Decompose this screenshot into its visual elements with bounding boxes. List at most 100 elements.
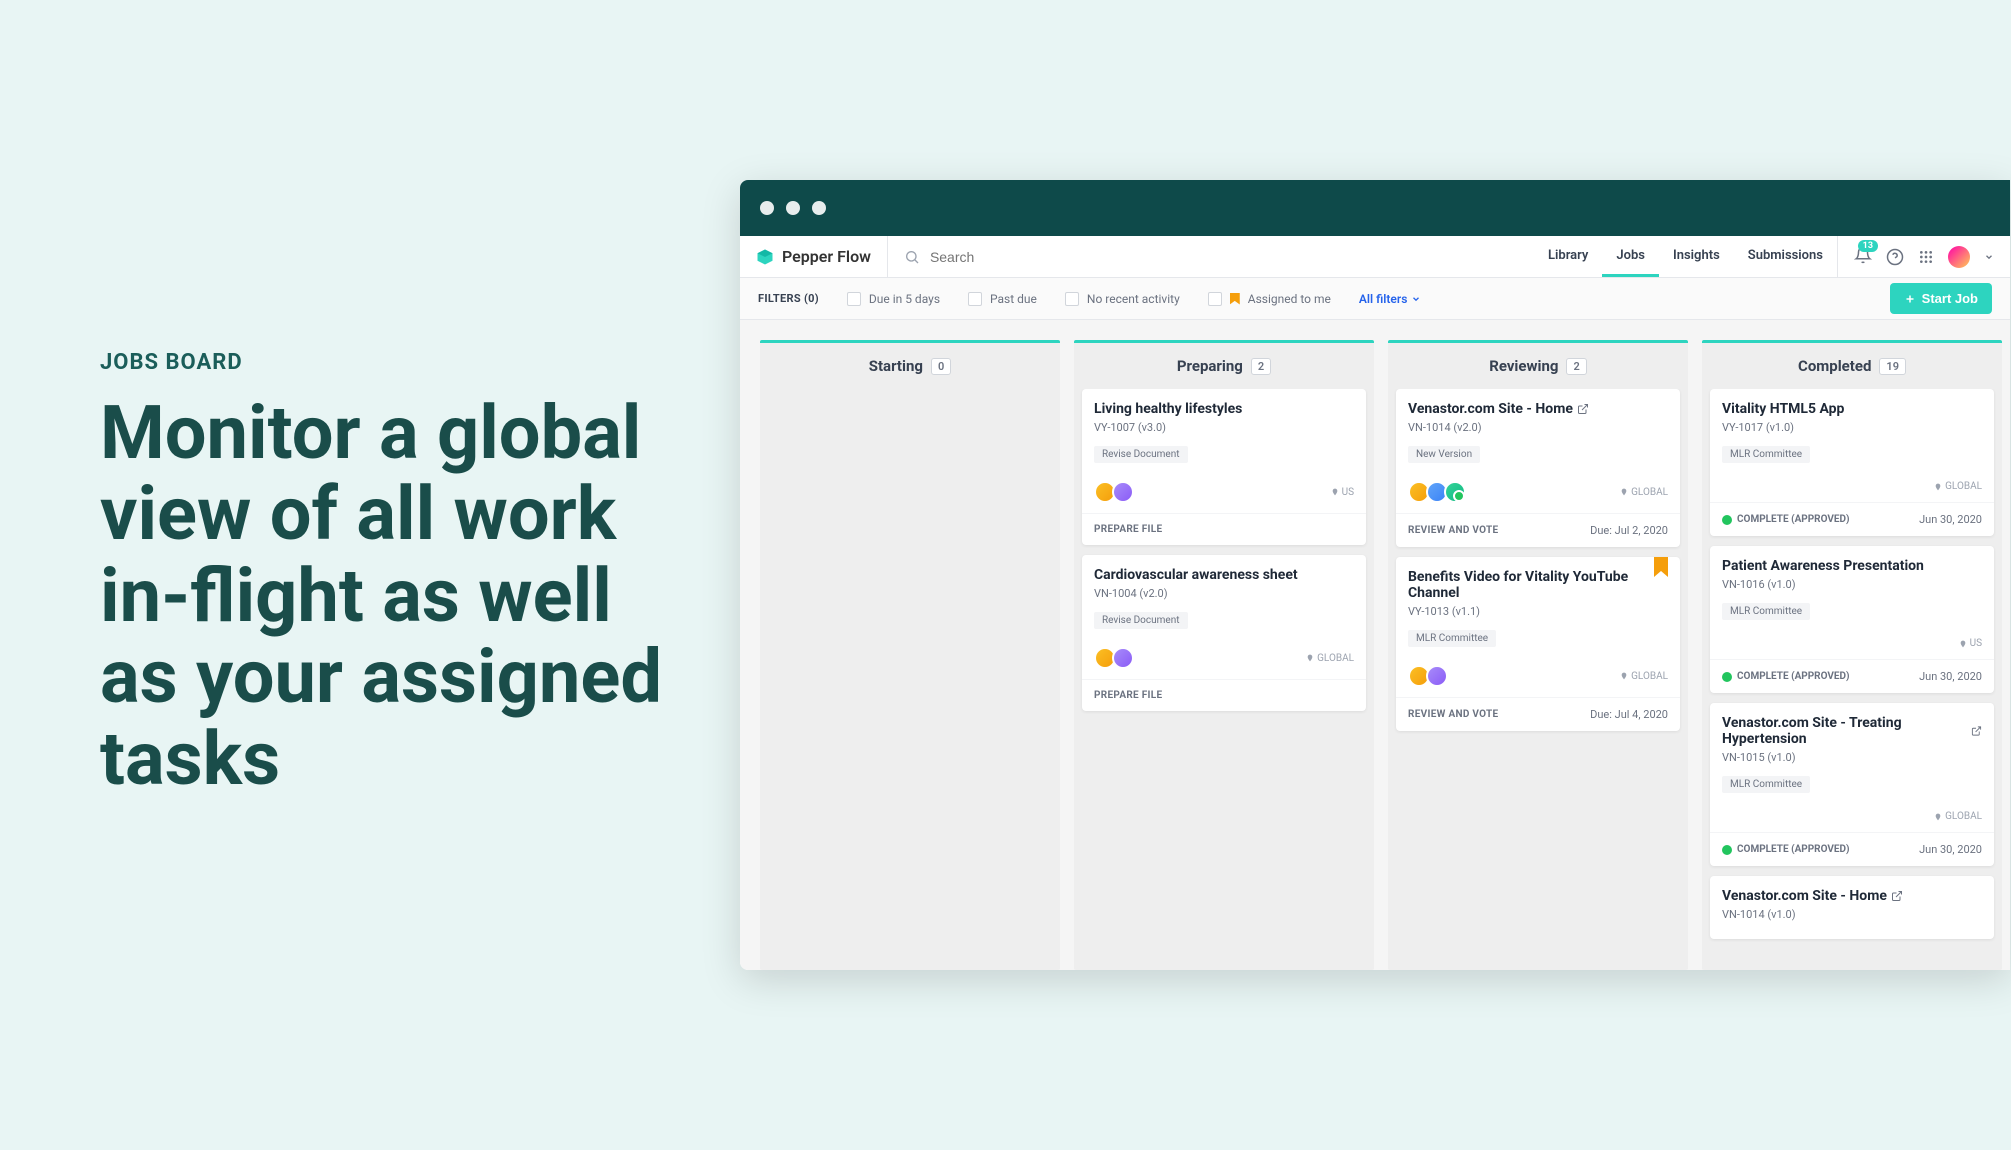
avatar bbox=[1112, 647, 1134, 669]
location-label: GLOBAL bbox=[1934, 811, 1982, 822]
card-action-label[interactable]: REVIEW AND VOTE bbox=[1408, 525, 1498, 536]
status-label: COMPLETE (APPROVED) bbox=[1722, 514, 1850, 525]
card-tag: Revise Document bbox=[1094, 446, 1188, 463]
assignee-avatars bbox=[1408, 665, 1448, 687]
column-body: Living healthy lifestyles VY-1007 (v3.0)… bbox=[1074, 389, 1374, 719]
bookmark-icon bbox=[1230, 293, 1240, 305]
window-maximize-button[interactable] bbox=[812, 201, 826, 215]
column-header: Completed 19 bbox=[1702, 343, 2002, 389]
card-tag: Revise Document bbox=[1094, 612, 1188, 629]
card-tag: MLR Committee bbox=[1408, 630, 1496, 647]
status-dot-icon bbox=[1722, 845, 1732, 855]
job-card[interactable]: Venastor.com Site - Home VN-1014 (v2.0) … bbox=[1396, 389, 1680, 547]
card-subtitle: VN-1014 (v2.0) bbox=[1408, 421, 1668, 434]
status-dot-icon bbox=[1722, 515, 1732, 525]
search-icon bbox=[904, 249, 920, 265]
job-card[interactable]: Cardiovascular awareness sheet VN-1004 (… bbox=[1082, 555, 1366, 711]
column-body: Vitality HTML5 App VY-1017 (v1.0) MLR Co… bbox=[1702, 389, 2002, 947]
avatar bbox=[1444, 481, 1466, 503]
nav-tabs: Library Jobs Insights Submissions bbox=[1534, 236, 1837, 277]
column-count: 19 bbox=[1879, 358, 1906, 375]
job-card[interactable]: Vitality HTML5 App VY-1017 (v1.0) MLR Co… bbox=[1710, 389, 1994, 536]
column-starting: Starting 0 bbox=[760, 340, 1060, 970]
column-body: Venastor.com Site - Home VN-1014 (v2.0) … bbox=[1388, 389, 1688, 739]
window-titlebar bbox=[740, 180, 2010, 236]
column-header: Reviewing 2 bbox=[1388, 343, 1688, 389]
search-input[interactable] bbox=[930, 249, 1518, 265]
assignee-avatars bbox=[1094, 481, 1134, 503]
column-preparing: Preparing 2 Living healthy lifestyles VY… bbox=[1074, 340, 1374, 970]
location-label: GLOBAL bbox=[1620, 671, 1668, 682]
nav-tab-jobs[interactable]: Jobs bbox=[1602, 236, 1659, 277]
notifications-button[interactable]: 13 bbox=[1854, 246, 1872, 268]
filter-assigned-to-me[interactable]: Assigned to me bbox=[1208, 292, 1331, 306]
location-label: US bbox=[1331, 487, 1354, 498]
card-subtitle: VN-1015 (v1.0) bbox=[1722, 751, 1982, 764]
card-action-label[interactable]: PREPARE FILE bbox=[1094, 690, 1162, 701]
all-filters-dropdown[interactable]: All filters bbox=[1359, 292, 1422, 306]
start-job-button[interactable]: Start Job bbox=[1890, 283, 1992, 314]
window-close-button[interactable] bbox=[760, 201, 774, 215]
due-label: Due: Jul 4, 2020 bbox=[1590, 708, 1668, 721]
date-label: Jun 30, 2020 bbox=[1919, 670, 1982, 683]
status-dot-icon bbox=[1722, 672, 1732, 682]
job-card[interactable]: Living healthy lifestyles VY-1007 (v3.0)… bbox=[1082, 389, 1366, 545]
column-completed: Completed 19 Vitality HTML5 App VY-1017 … bbox=[1702, 340, 2002, 970]
app-header: Pepper Flow Library Jobs Insights Submis… bbox=[740, 236, 2010, 278]
nav-tab-library[interactable]: Library bbox=[1534, 236, 1602, 277]
kanban-board: Starting 0 Preparing 2 Living healthy li… bbox=[740, 320, 2010, 970]
avatar bbox=[1426, 665, 1448, 687]
status-label: COMPLETE (APPROVED) bbox=[1722, 671, 1850, 682]
column-header: Preparing 2 bbox=[1074, 343, 1374, 389]
card-tag: MLR Committee bbox=[1722, 603, 1810, 620]
assignee-avatars bbox=[1094, 647, 1134, 669]
brand-name: Pepper Flow bbox=[782, 247, 871, 266]
status-label: COMPLETE (APPROVED) bbox=[1722, 844, 1850, 855]
marketing-headline: Monitor a global view of all work in-fli… bbox=[100, 393, 680, 800]
location-label: US bbox=[1959, 638, 1982, 649]
nav-tab-submissions[interactable]: Submissions bbox=[1734, 236, 1837, 277]
location-label: GLOBAL bbox=[1306, 653, 1354, 664]
card-subtitle: VY-1017 (v1.0) bbox=[1722, 421, 1982, 434]
filter-past-due[interactable]: Past due bbox=[968, 292, 1037, 306]
card-action-label[interactable]: PREPARE FILE bbox=[1094, 524, 1162, 535]
user-avatar[interactable] bbox=[1948, 246, 1970, 268]
help-icon[interactable] bbox=[1886, 248, 1904, 266]
job-card[interactable]: Patient Awareness Presentation VN-1016 (… bbox=[1710, 546, 1994, 693]
card-subtitle: VY-1007 (v3.0) bbox=[1094, 421, 1354, 434]
job-card[interactable]: Venastor.com Site - Treating Hypertensio… bbox=[1710, 703, 1994, 866]
card-title: Cardiovascular awareness sheet bbox=[1094, 567, 1354, 583]
card-title: Vitality HTML5 App bbox=[1722, 401, 1982, 417]
card-action-label[interactable]: REVIEW AND VOTE bbox=[1408, 709, 1498, 720]
card-title: Benefits Video for Vitality YouTube Chan… bbox=[1408, 569, 1668, 601]
assignee-avatars bbox=[1408, 481, 1466, 503]
card-subtitle: VN-1014 (v1.0) bbox=[1722, 908, 1982, 921]
marketing-eyebrow: JOBS BOARD bbox=[100, 350, 680, 375]
job-card[interactable]: Venastor.com Site - Home VN-1014 (v1.0) bbox=[1710, 876, 1994, 939]
column-title: Preparing bbox=[1177, 357, 1243, 375]
app-window: Pepper Flow Library Jobs Insights Submis… bbox=[740, 180, 2010, 970]
job-card[interactable]: Benefits Video for Vitality YouTube Chan… bbox=[1396, 557, 1680, 731]
filter-no-recent-activity[interactable]: No recent activity bbox=[1065, 292, 1180, 306]
column-title: Completed bbox=[1798, 357, 1871, 375]
column-count: 2 bbox=[1251, 358, 1271, 375]
plus-icon bbox=[1904, 293, 1916, 305]
column-count: 2 bbox=[1566, 358, 1586, 375]
column-title: Starting bbox=[869, 357, 923, 375]
column-header: Starting 0 bbox=[760, 343, 1060, 389]
filters-bar: FILTERS (0) Due in 5 days Past due No re… bbox=[740, 278, 2010, 320]
nav-tab-insights[interactable]: Insights bbox=[1659, 236, 1734, 277]
due-label: Due: Jul 2, 2020 bbox=[1590, 524, 1668, 537]
card-title: Venastor.com Site - Treating Hypertensio… bbox=[1722, 715, 1982, 747]
filter-due-5-days[interactable]: Due in 5 days bbox=[847, 292, 940, 306]
column-body bbox=[760, 389, 1060, 397]
avatar bbox=[1112, 481, 1134, 503]
window-minimize-button[interactable] bbox=[786, 201, 800, 215]
brand-logo[interactable]: Pepper Flow bbox=[740, 236, 888, 277]
filters-count-label: FILTERS (0) bbox=[758, 292, 819, 305]
chevron-down-icon[interactable] bbox=[1984, 252, 1994, 262]
notification-badge: 13 bbox=[1858, 240, 1878, 252]
card-subtitle: VY-1013 (v1.1) bbox=[1408, 605, 1668, 618]
card-tag: MLR Committee bbox=[1722, 446, 1810, 463]
apps-grid-icon[interactable] bbox=[1918, 249, 1934, 265]
